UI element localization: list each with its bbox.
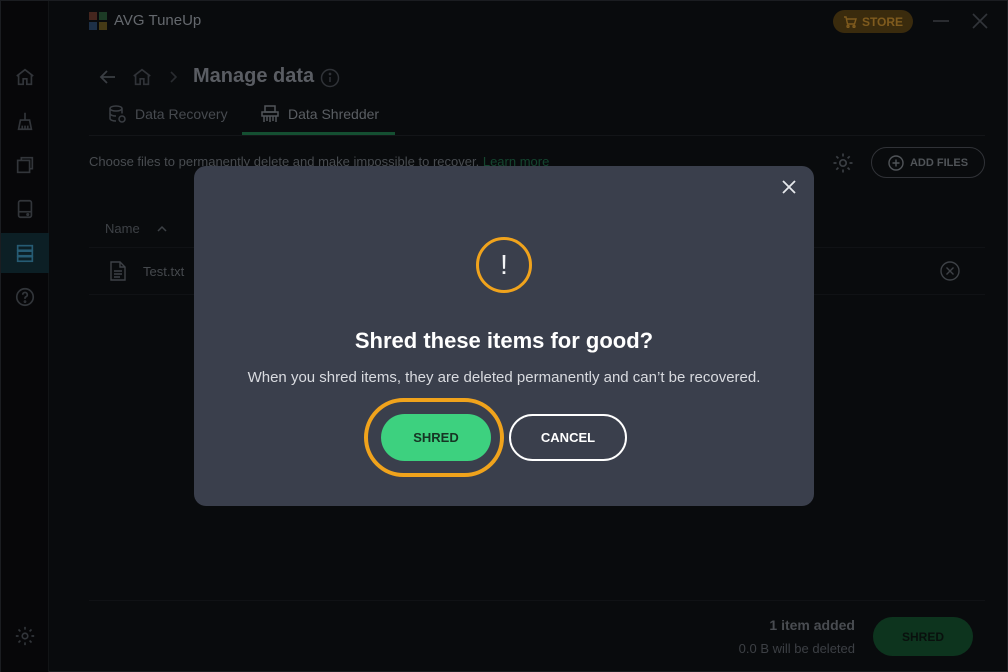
warning-icon: ! [476,237,532,293]
dialog-message: When you shred items, they are deleted p… [247,369,761,386]
shred-confirm-dialog: ! Shred these items for good? When you s… [194,166,814,506]
dialog-title: Shred these items for good? [354,328,654,353]
cancel-button[interactable]: CANCEL [509,414,627,461]
shred-button[interactable]: SHRED [381,414,491,461]
warning-glyph: ! [500,249,508,280]
close-icon[interactable] [779,177,799,197]
